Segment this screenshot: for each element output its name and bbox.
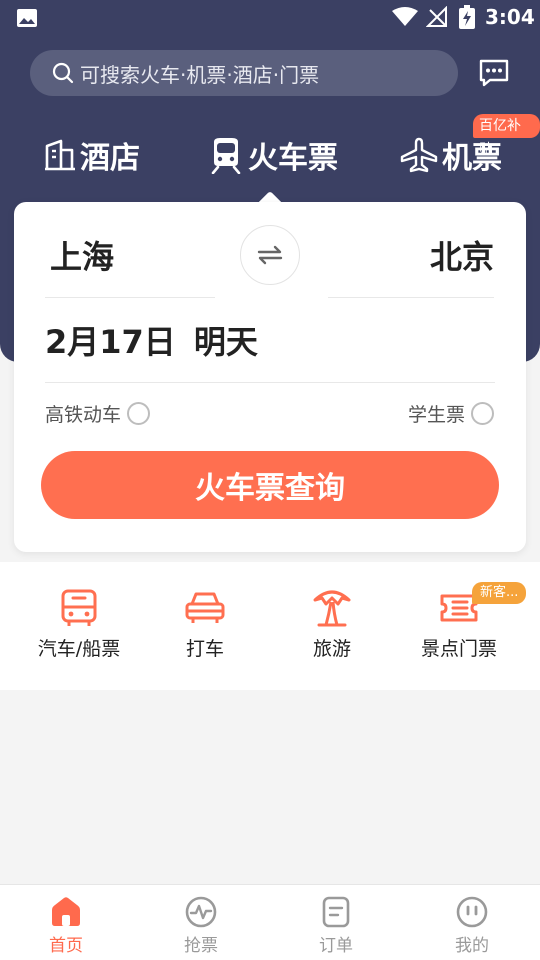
service-travel-label: 旅游 — [312, 638, 351, 660]
gallery-icon — [17, 9, 37, 27]
divider — [328, 297, 494, 298]
tab-hotel[interactable]: 酒店 — [44, 130, 140, 180]
service-attractions-label: 景点门票 — [420, 638, 497, 660]
high-speed-radio[interactable] — [127, 402, 151, 425]
service-taxi[interactable]: 打车 — [140, 588, 270, 661]
tab-flight-label: 机票 — [442, 141, 502, 176]
status-bar: 3:04 — [0, 0, 540, 36]
day-label: 明天 — [193, 323, 258, 361]
service-taxi-label: 打车 — [185, 638, 224, 660]
services-grid: 汽车/船票 打车 旅游 景点门票 — [0, 562, 540, 690]
high-speed-label: 高铁动车 — [45, 404, 122, 426]
nav-grab-label: 抢票 — [184, 936, 218, 956]
train-icon — [211, 138, 241, 174]
home-icon — [52, 897, 80, 926]
booking-card: 上海 北京 2月17日 明天 高铁动车 学生票 火车票查询 — [14, 202, 526, 552]
nav-me[interactable]: 我的 — [422, 895, 522, 956]
active-tab-indicator — [256, 189, 284, 203]
train-search-button[interactable]: 火车票查询 — [41, 451, 499, 519]
student-ticket-radio[interactable] — [471, 402, 494, 425]
hotel-icon — [45, 139, 75, 171]
search-icon — [52, 62, 74, 84]
order-icon — [322, 896, 350, 928]
bus-icon — [61, 589, 97, 626]
nav-orders[interactable]: 订单 — [286, 895, 386, 956]
pulse-icon — [185, 896, 217, 928]
bottom-nav: 首页 抢票 订单 我的 — [0, 884, 540, 960]
nav-grab-tickets[interactable]: 抢票 — [151, 895, 251, 956]
service-travel[interactable]: 旅游 — [267, 588, 397, 661]
car-icon — [185, 592, 225, 623]
arrival-city[interactable]: 北京 — [430, 232, 494, 278]
travel-date: 2月17日 — [45, 323, 176, 361]
high-speed-option[interactable]: 高铁动车 — [45, 400, 151, 427]
service-bus-ship-label: 汽车/船票 — [37, 638, 121, 660]
nav-home-label: 首页 — [49, 936, 83, 956]
palm-tree-icon — [313, 590, 351, 627]
wifi-icon — [392, 7, 418, 26]
tab-train[interactable]: 火车票 — [208, 130, 338, 180]
student-ticket-label: 学生票 — [407, 404, 465, 426]
tab-hotel-label: 酒店 — [80, 141, 140, 176]
student-ticket-option[interactable]: 学生票 — [408, 400, 494, 427]
signal-icon — [426, 6, 447, 27]
search-placeholder: 可搜索火车·机票·酒店·门票 — [80, 62, 320, 87]
profile-icon — [456, 896, 488, 928]
airplane-icon — [400, 137, 438, 173]
service-bus-ship[interactable]: 汽车/船票 — [14, 588, 144, 661]
nav-me-label: 我的 — [455, 936, 489, 956]
new-customer-badge: 新客... — [472, 582, 527, 604]
subsidy-badge: 百亿补贴 — [473, 114, 540, 158]
nav-orders-label: 订单 — [319, 936, 353, 956]
swap-icon — [257, 245, 283, 265]
tab-train-label: 火车票 — [248, 141, 338, 176]
status-time: 3:04 — [485, 5, 535, 29]
search-input[interactable]: 可搜索火车·机票·酒店·门票 — [30, 50, 458, 96]
departure-city[interactable]: 上海 — [50, 232, 114, 278]
divider — [45, 382, 495, 383]
battery-charging-icon — [459, 5, 475, 29]
swap-cities-button[interactable] — [240, 225, 300, 285]
nav-home[interactable]: 首页 — [16, 895, 116, 956]
message-icon[interactable] — [478, 58, 510, 88]
divider — [45, 297, 215, 298]
date-selector[interactable]: 2月17日 明天 — [45, 317, 258, 363]
